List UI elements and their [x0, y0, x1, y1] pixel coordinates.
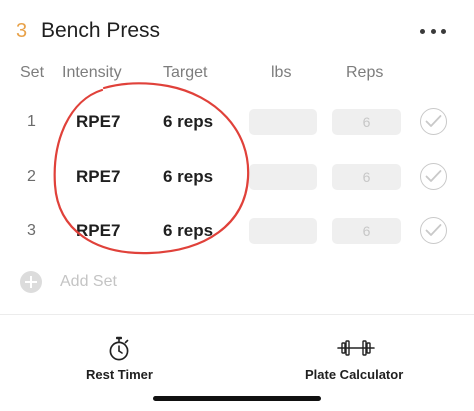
target-value: 6 reps: [163, 221, 214, 240]
add-set-label: Add Set: [60, 273, 117, 290]
complete-set-check-icon[interactable]: [420, 163, 447, 190]
target-value: 6 reps: [163, 112, 214, 131]
column-header-intensity: Intensity: [62, 64, 122, 81]
reps-input[interactable]: 6: [332, 164, 401, 190]
set-number: 1: [27, 113, 36, 130]
complete-set-check-icon[interactable]: [420, 217, 447, 244]
intensity-value: RPE7: [76, 221, 121, 240]
target-value: 6 reps: [163, 167, 214, 186]
complete-set-check-icon[interactable]: [420, 108, 447, 135]
plate-calculator-label: Plate Calculator: [305, 367, 404, 382]
column-header-set: Set: [20, 64, 45, 81]
bottom-divider: [0, 314, 474, 315]
reps-input[interactable]: 6: [332, 218, 401, 244]
lbs-input[interactable]: [249, 164, 317, 190]
rest-timer-label: Rest Timer: [86, 367, 153, 382]
set-number: 2: [27, 168, 36, 185]
barbell-icon: [337, 340, 375, 356]
column-header-reps: Reps: [346, 64, 384, 81]
home-indicator[interactable]: [153, 396, 321, 401]
rest-timer-button[interactable]: Rest Timer: [84, 336, 156, 386]
exercise-header: 3 Bench Press: [0, 0, 474, 60]
set-number: 3: [27, 222, 36, 239]
column-header-lbs: lbs: [271, 64, 292, 81]
more-options-icon[interactable]: [420, 19, 446, 43]
plus-icon: [20, 271, 42, 293]
exercise-number: 3: [16, 20, 28, 42]
reps-input[interactable]: 6: [332, 109, 401, 135]
stopwatch-icon: [109, 336, 129, 361]
exercise-title[interactable]: Bench Press: [41, 19, 160, 43]
plate-calculator-button[interactable]: Plate Calculator: [305, 336, 409, 386]
set-row: 2 RPE7 6 reps 6: [0, 163, 474, 192]
lbs-input[interactable]: [249, 218, 317, 244]
set-row: 1 RPE7 6 reps 6: [0, 108, 474, 137]
intensity-value: RPE7: [76, 112, 121, 131]
lbs-input[interactable]: [249, 109, 317, 135]
set-row: 3 RPE7 6 reps 6: [0, 217, 474, 246]
column-header-target: Target: [163, 64, 208, 81]
add-set-button[interactable]: Add Set: [20, 270, 140, 294]
intensity-value: RPE7: [76, 167, 121, 186]
